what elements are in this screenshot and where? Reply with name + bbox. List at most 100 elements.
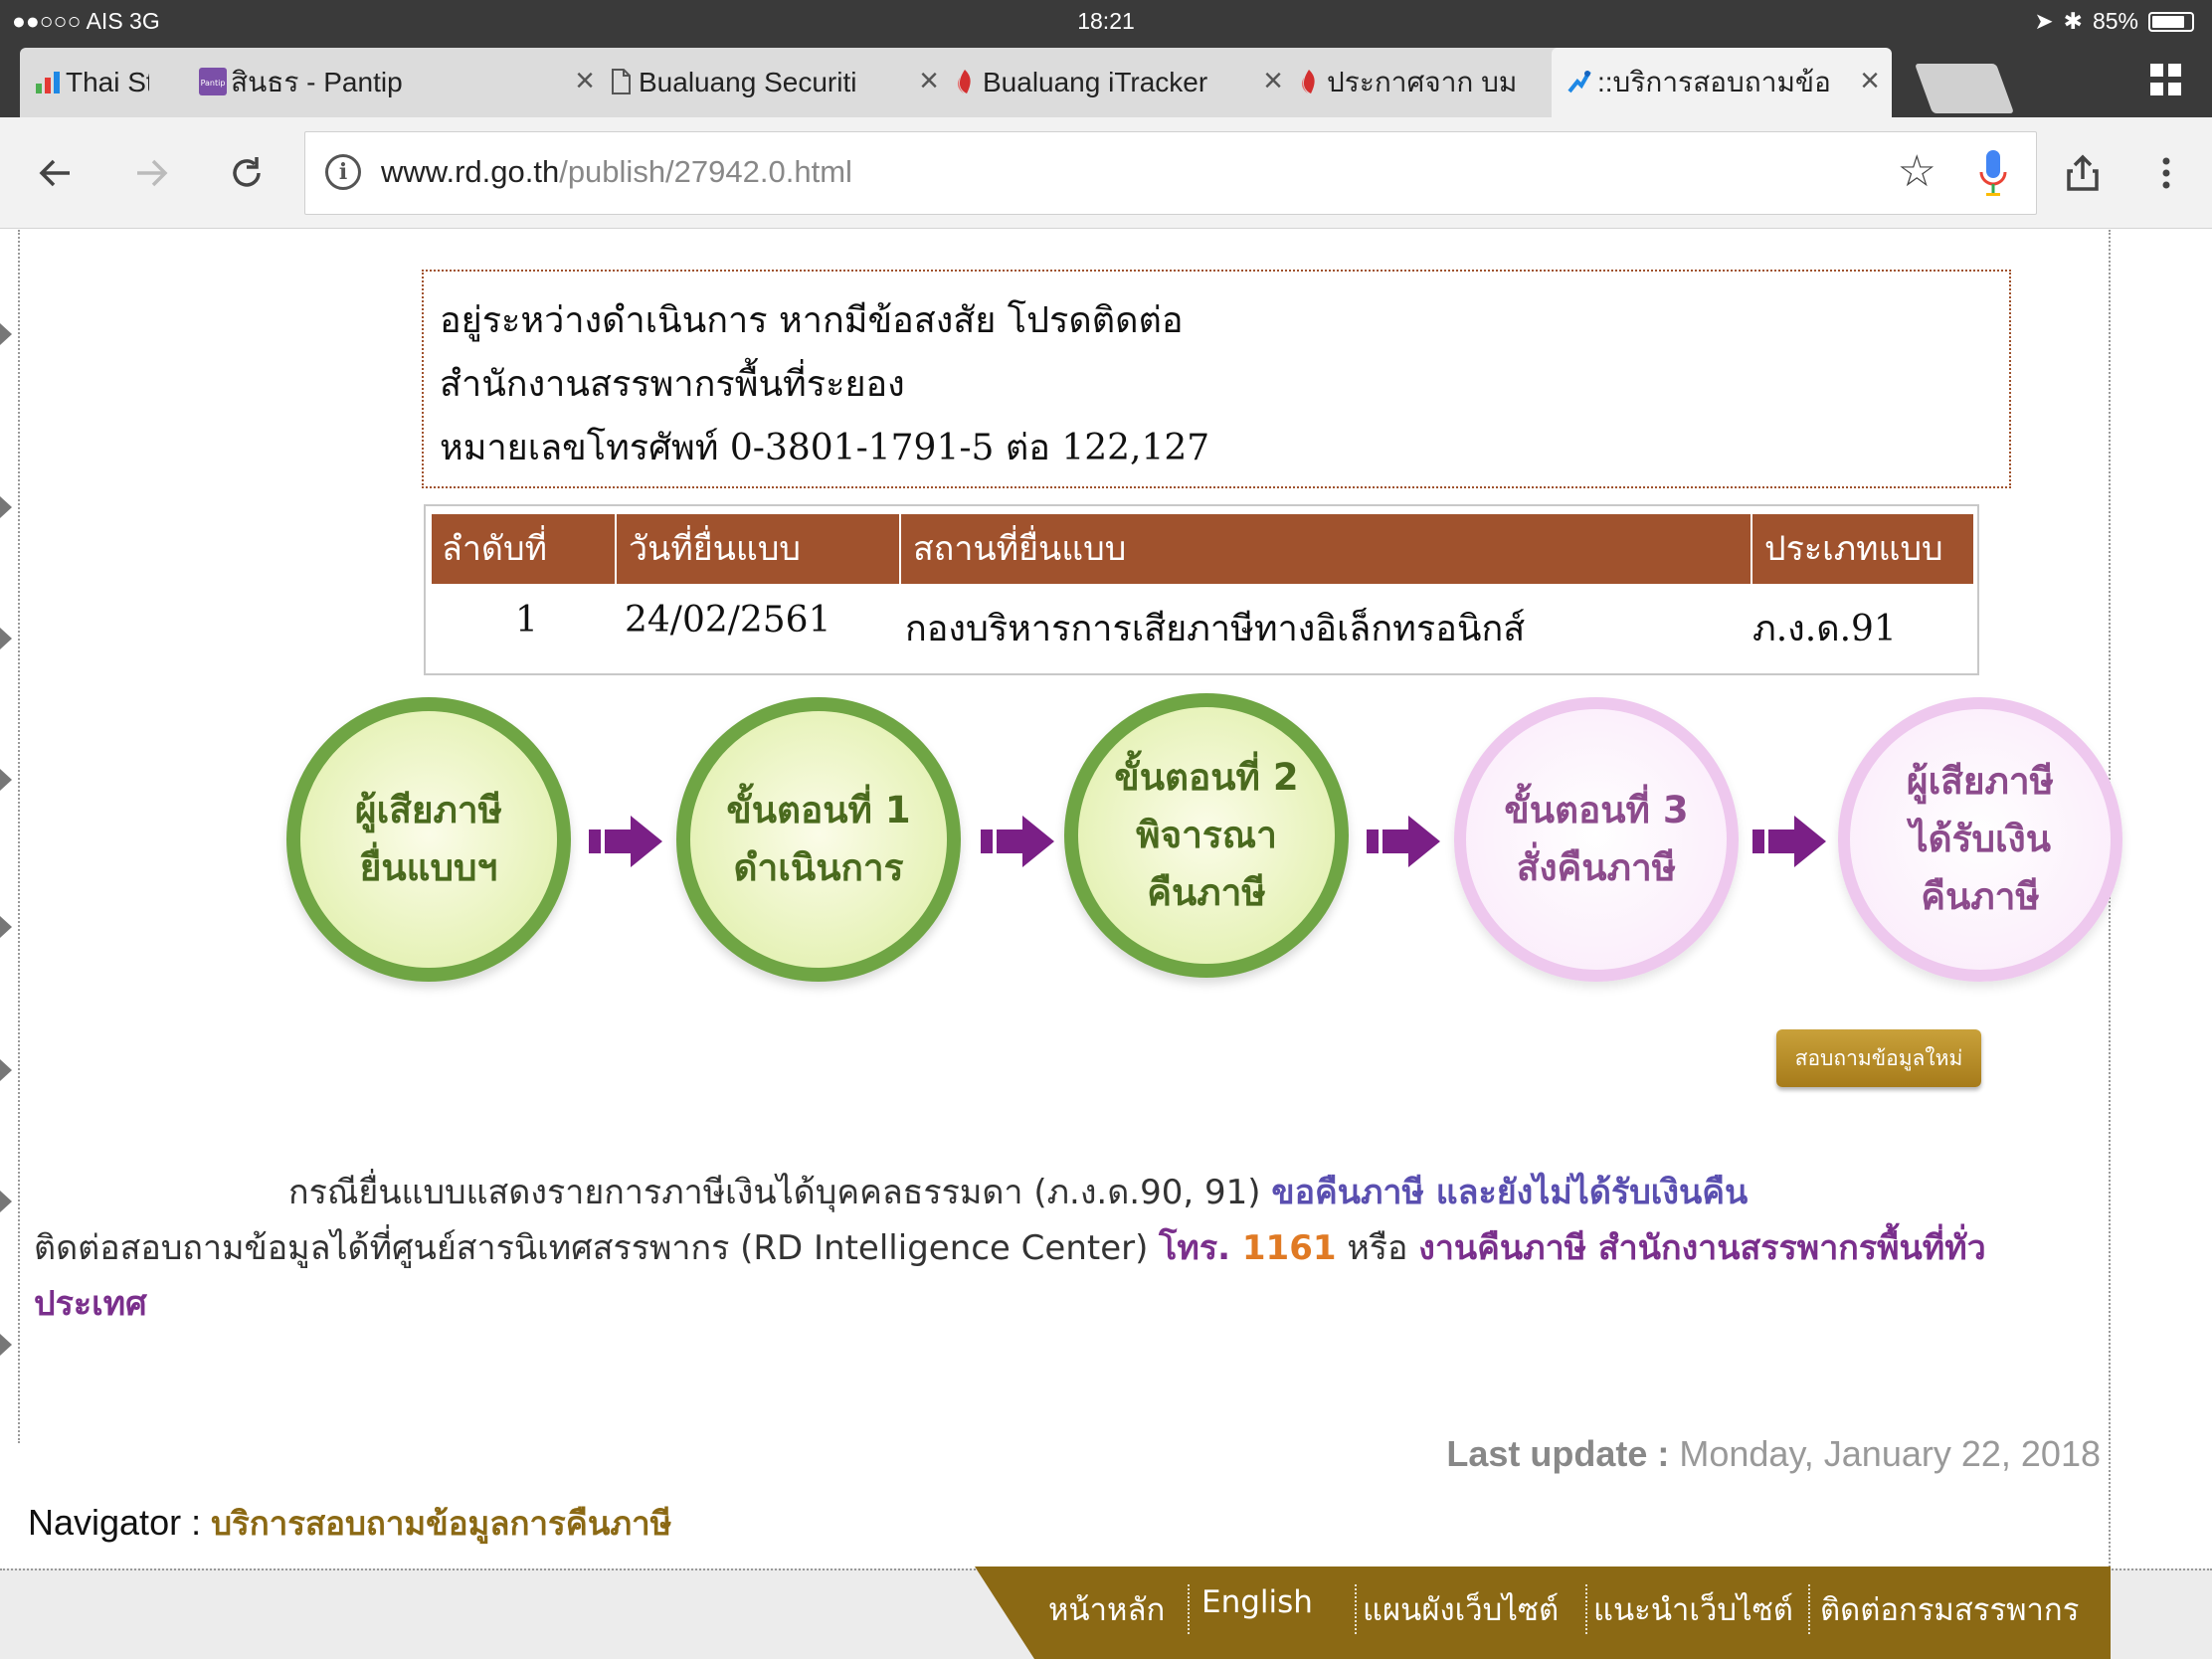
footer-link-contact[interactable]: ติดต่อกรมสรรพากร xyxy=(1820,1584,2079,1634)
tab-title: ประกาศจาก บม xyxy=(1327,67,1518,97)
tab-thai-stock[interactable]: Thai Stock xyxy=(20,48,199,117)
document-icon xyxy=(612,69,631,94)
microphone-icon[interactable] xyxy=(1978,146,2008,202)
notice-line: สำนักงานสรรพากรพื้นที่ระยอง xyxy=(440,364,905,405)
info-icon[interactable]: i xyxy=(325,154,361,190)
tab-pantip[interactable]: Pantip สินธร - Pantip × xyxy=(185,48,607,117)
tab-bualuang-securities[interactable]: Bualuang Securiti × xyxy=(593,48,951,117)
step-taxpayer-receives-refund: ผู้เสียภาษี ได้รับเงิน คืนภาษี xyxy=(1838,697,2122,982)
tab-title: Bualuang iTracker xyxy=(983,67,1208,97)
last-update-label: Last update : xyxy=(1446,1433,1670,1474)
table-cell: 24/02/2561 xyxy=(625,600,831,641)
bookmark-star-icon[interactable]: ☆ xyxy=(1898,146,1936,197)
column-header: วันที่ยื่นแบบ xyxy=(619,514,901,584)
info-phone-number: 1161 xyxy=(1241,1228,1337,1268)
column-header: ลำดับที่ xyxy=(432,514,617,584)
step-3-order-refund: ขั้นตอนที่ 3 สั่งคืนภาษี xyxy=(1454,697,1739,982)
battery-icon xyxy=(2148,11,2194,32)
new-inquiry-button[interactable]: สอบถามข้อมูลใหม่ xyxy=(1776,1029,1981,1087)
last-update: Last update : Monday, January 22, 2018 xyxy=(1446,1433,2101,1475)
step-2-review: ขั้นตอนที่ 2 พิจารณา คืนภาษี xyxy=(1064,693,1349,978)
info-text: หรือ xyxy=(1336,1228,1419,1268)
location-icon: ➤ xyxy=(2034,8,2054,34)
battery-level-fill xyxy=(2152,15,2184,28)
tab-switcher-icon[interactable] xyxy=(2150,64,2182,95)
step-label: ขั้นตอนที่ 3 สั่งคืนภาษี xyxy=(1504,789,1689,889)
info-text: ติดต่อสอบถามข้อมูลได้ที่ศูนย์สารนิเทศสรร… xyxy=(34,1228,1160,1268)
table-header-row: ลำดับที่ วันที่ยื่นแบบ สถานที่ยื่นแบบ ปร… xyxy=(432,514,1973,584)
column-header: สถานที่ยื่นแบบ xyxy=(903,514,1752,584)
battery-percent: 85% xyxy=(2092,8,2138,34)
bualuang-flame-icon xyxy=(957,70,971,93)
close-icon[interactable]: × xyxy=(1860,64,1880,97)
footer-link-english[interactable]: English xyxy=(1201,1584,1313,1620)
navigator-link[interactable]: บริการสอบถามข้อมูลการคืนภาษี xyxy=(211,1504,671,1543)
address-bar[interactable]: i www.rd.go.th/publish/27942.0.html ☆ xyxy=(304,131,2037,215)
footer-link-about-site[interactable]: แนะนำเว็บไซต์ xyxy=(1593,1584,1793,1634)
tab-title: ::บริการสอบถามข้อ xyxy=(1597,67,1831,97)
info-highlight: ขอคืนภาษี และยังไม่ได้รับเงินคืน xyxy=(1271,1173,1749,1212)
tab-prakat[interactable]: ประกาศจาก บม xyxy=(1281,48,1569,117)
arrow-right-icon xyxy=(981,816,1054,867)
filing-table: ลำดับที่ วันที่ยื่นแบบ สถานที่ยื่นแบบ ปร… xyxy=(424,504,1979,675)
step-label: ผู้เสียภาษี ได้รับเงิน คืนภาษี xyxy=(1906,760,2055,918)
footer-divider xyxy=(1355,1584,1357,1634)
tab-rd-inquiry[interactable]: ::บริการสอบถามข้อ × xyxy=(1552,48,1892,117)
url-text[interactable]: www.rd.go.th/publish/27942.0.html xyxy=(381,154,852,190)
rd-logo-icon xyxy=(1567,71,1591,93)
reload-icon[interactable] xyxy=(215,141,278,205)
notice-phone: หมายเลขโทรศัพท์ 0-3801-1791-5 ต่อ 122,12… xyxy=(440,428,1210,468)
collapse-arrow-icon[interactable] xyxy=(0,496,12,518)
arrow-right-icon xyxy=(1367,816,1440,867)
table-cell: 1 xyxy=(515,600,538,641)
tab-title: สินธร - Pantip xyxy=(231,67,403,97)
last-update-date: Monday, January 22, 2018 xyxy=(1679,1433,2101,1474)
refund-contact-info: กรณียื่นแบบแสดงรายการภาษีเงินได้บุคคลธรร… xyxy=(34,1165,2063,1332)
back-icon[interactable] xyxy=(24,141,88,205)
bluetooth-icon: ✱ xyxy=(2063,8,2083,34)
tab-strip: Thai Stock Pantip สินธร - Pantip × Bualu… xyxy=(0,44,2212,117)
menu-icon[interactable] xyxy=(2134,141,2198,205)
tab-title: Thai Stock xyxy=(66,67,149,97)
info-phone-label: โทร. xyxy=(1159,1228,1242,1268)
navigator-breadcrumb: Navigator : บริการสอบถามข้อมูลการคืนภาษี xyxy=(28,1497,671,1550)
new-tab-button[interactable] xyxy=(1914,64,2015,113)
step-label: ขั้นตอนที่ 2 พิจารณา คืนภาษี xyxy=(1114,756,1299,914)
url-host: www.rd.go.th xyxy=(381,154,560,189)
step-label: ขั้นตอนที่ 1 ดำเนินการ xyxy=(726,789,911,889)
status-right: ➤ ✱ 85% xyxy=(2034,8,2194,35)
forward-icon[interactable] xyxy=(119,141,183,205)
collapse-arrow-icon[interactable] xyxy=(0,323,12,345)
tab-bualuang-itracker[interactable]: Bualuang iTracker × xyxy=(937,48,1295,117)
bualuang-flame-icon xyxy=(1301,70,1315,93)
collapse-arrow-icon[interactable] xyxy=(0,1059,12,1081)
collapse-arrow-icon[interactable] xyxy=(0,1334,12,1356)
step-1-processing: ขั้นตอนที่ 1 ดำเนินการ xyxy=(676,697,961,982)
arrow-right-icon xyxy=(1752,816,1826,867)
status-notice: อยู่ระหว่างดำเนินการ หากมีข้อสงสัย โปรดต… xyxy=(422,270,2011,488)
pantip-icon: Pantip xyxy=(199,68,227,95)
step-label: ผู้เสียภาษี ยื่นแบบฯ xyxy=(354,789,503,889)
arrow-right-icon xyxy=(589,816,662,867)
column-header: ประเภทแบบ xyxy=(1764,529,1943,569)
left-gutter xyxy=(0,230,20,1443)
status-bar: ●●○○○ AIS 3G 18:21 ➤ ✱ 85% xyxy=(0,0,2212,44)
collapse-arrow-icon[interactable] xyxy=(0,916,12,938)
bar-chart-icon xyxy=(36,72,60,93)
share-icon[interactable] xyxy=(2051,141,2115,205)
footer-link-home[interactable]: หน้าหลัก xyxy=(1048,1584,1165,1634)
content-border xyxy=(2109,230,2111,1659)
url-path: /publish/27942.0.html xyxy=(559,154,852,189)
table-cell: ภ.ง.ด.91 xyxy=(1752,609,1897,649)
notice-line: อยู่ระหว่างดำเนินการ หากมีข้อสงสัย โปรดต… xyxy=(440,300,1184,341)
tab-title: Bualuang Securiti xyxy=(639,67,857,97)
collapse-arrow-icon[interactable] xyxy=(0,1191,12,1212)
footer-divider xyxy=(1188,1584,1190,1634)
collapse-arrow-icon[interactable] xyxy=(0,628,12,649)
navigator-label: Navigator : xyxy=(28,1502,202,1543)
collapse-arrow-icon[interactable] xyxy=(0,769,12,791)
footer-divider xyxy=(1808,1584,1810,1634)
svg-text:Pantip: Pantip xyxy=(201,79,226,88)
browser-toolbar: i www.rd.go.th/publish/27942.0.html ☆ xyxy=(0,117,2212,229)
footer-link-sitemap[interactable]: แผนผังเว็บไซต์ xyxy=(1363,1584,1559,1634)
